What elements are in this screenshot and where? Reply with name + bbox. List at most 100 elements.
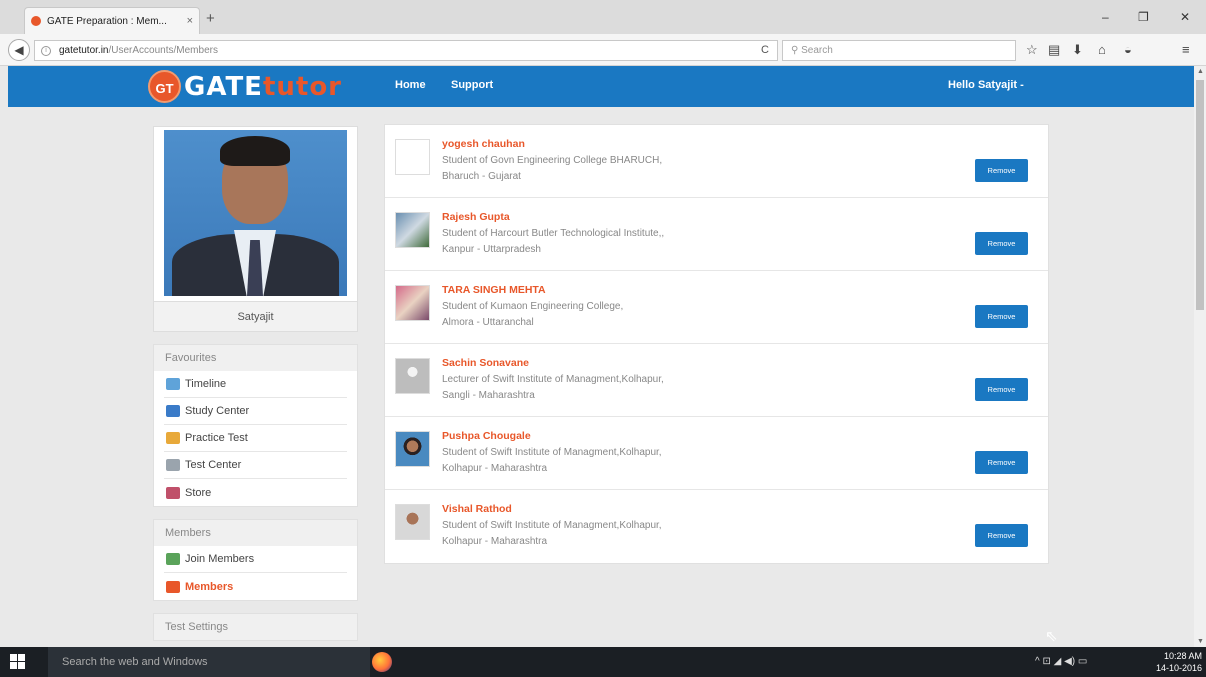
remove-button[interactable]: Remove — [975, 524, 1028, 547]
list-item: yogesh chauhan Student of Govn Engineeri… — [385, 125, 1048, 198]
clock-date: 14-10-2016 — [1156, 663, 1203, 673]
address-bar[interactable]: i gatetutor.in/UserAccounts/Members C — [34, 40, 778, 61]
sidebar-item-label: Study Center — [185, 405, 250, 417]
sidebar-item-label: Store — [185, 486, 212, 499]
scroll-down-icon[interactable]: ▼ — [1197, 638, 1204, 645]
members-box: Members Join Members Members — [153, 519, 358, 601]
site-logo[interactable]: GT GATE tutor — [148, 70, 342, 103]
study-center-icon — [166, 405, 180, 417]
members-icon — [166, 580, 180, 593]
menu-icon[interactable]: ≡ — [1182, 42, 1190, 57]
member-institute: Student of Harcourt Butler Technological… — [442, 228, 665, 239]
member-institute: Student of Govn Engineering College BHAR… — [442, 155, 663, 166]
site-header: GT GATE tutor Home Support Hello Satyajit… — [8, 66, 1194, 107]
browser-search-input[interactable]: ⚲ Search — [782, 40, 1016, 61]
member-institute: Student of Kumaon Engineering College, — [442, 301, 624, 312]
bookmark-star-icon[interactable]: ☆ — [1026, 42, 1038, 58]
profile-card: Satyajit — [153, 126, 358, 332]
member-institute: Student of Swift Institute of Managment,… — [442, 447, 662, 458]
member-name[interactable]: Vishal Rathod — [442, 503, 512, 515]
close-window-icon[interactable]: ✕ — [1180, 10, 1190, 24]
download-icon[interactable]: ⬇ — [1072, 42, 1083, 58]
sidebar-item-study-center[interactable]: Study Center — [164, 398, 347, 425]
page-content: GT GATE tutor Home Support Hello Satyajit… — [0, 66, 1194, 647]
tab-title: GATE Preparation : Mem... — [47, 15, 167, 27]
member-location: Kolhapur - Maharashtra — [442, 536, 548, 547]
member-name[interactable]: TARA SINGH MEHTA — [442, 284, 546, 296]
remove-button[interactable]: Remove — [975, 232, 1028, 255]
member-name[interactable]: Rajesh Gupta — [442, 211, 510, 223]
nav-home-link[interactable]: Home — [395, 79, 426, 91]
test-center-icon — [166, 459, 180, 471]
new-tab-icon[interactable]: + — [206, 10, 215, 27]
system-tray-icons[interactable]: ^ ⊡ ◢ ◀) ▭ — [1035, 656, 1087, 667]
avatar[interactable] — [395, 504, 430, 540]
mouse-cursor-icon: ⇖ — [1045, 628, 1058, 645]
members-list: yogesh chauhan Student of Govn Engineeri… — [384, 124, 1049, 564]
test-settings-heading: Test Settings — [154, 614, 357, 640]
member-location: Kanpur - Uttarpradesh — [442, 244, 541, 255]
avatar[interactable] — [395, 285, 430, 321]
reading-list-icon[interactable]: ▤ — [1048, 42, 1060, 58]
member-location: Almora - Uttaranchal — [442, 317, 534, 328]
practice-test-icon — [166, 432, 180, 444]
member-name[interactable]: yogesh chauhan — [442, 138, 525, 150]
browser-tab[interactable]: GATE Preparation : Mem... × — [24, 7, 200, 34]
avatar[interactable] — [395, 431, 430, 467]
reload-icon[interactable]: C — [761, 44, 769, 56]
profile-name[interactable]: Satyajit — [154, 301, 357, 331]
windows-start-icon[interactable] — [10, 654, 26, 670]
minimize-icon[interactable]: – — [1102, 10, 1109, 24]
clock-time: 10:28 AM — [1164, 651, 1203, 661]
sidebar-item-label: Timeline — [185, 378, 227, 390]
sidebar-item-members[interactable]: Members — [164, 573, 347, 600]
restore-icon[interactable]: ❐ — [1138, 10, 1149, 24]
remove-button[interactable]: Remove — [975, 159, 1028, 182]
logo-text-tutor: tutor — [262, 71, 343, 102]
sidebar-item-store[interactable]: Store — [164, 479, 347, 506]
close-tab-icon[interactable]: × — [187, 15, 193, 27]
sidebar-item-join-members[interactable]: Join Members — [164, 546, 347, 573]
page-scrollbar[interactable]: ▲ ▼ — [1194, 66, 1206, 647]
member-institute: Lecturer of Swift Institute of Managment… — [442, 374, 664, 385]
members-heading: Members — [154, 520, 357, 546]
sidebar-item-label: Members — [185, 580, 234, 593]
nav-support-link[interactable]: Support — [451, 79, 493, 91]
url-path: /UserAccounts/Members — [108, 45, 218, 56]
browser-tab-bar: GATE Preparation : Mem... × + – ❐ ✕ — [0, 0, 1206, 34]
member-name[interactable]: Pushpa Chougale — [442, 430, 531, 442]
sidebar-item-timeline[interactable]: Timeline — [164, 371, 347, 398]
list-item: Pushpa Chougale Student of Swift Institu… — [385, 417, 1048, 490]
remove-button[interactable]: Remove — [975, 451, 1028, 474]
favourites-heading: Favourites — [154, 345, 357, 371]
profile-photo[interactable] — [164, 130, 347, 296]
logo-text-gate: GATE — [184, 71, 263, 102]
avatar[interactable] — [395, 139, 430, 175]
list-item: Vishal Rathod Student of Swift Institute… — [385, 490, 1048, 563]
logo-badge: GT — [148, 70, 181, 103]
scroll-up-icon[interactable]: ▲ — [1197, 68, 1204, 75]
home-icon[interactable]: ⌂ — [1098, 42, 1106, 57]
firefox-icon[interactable] — [372, 652, 392, 672]
scroll-thumb[interactable] — [1196, 80, 1204, 310]
remove-button[interactable]: Remove — [975, 305, 1028, 328]
avatar[interactable] — [395, 212, 430, 248]
avatar[interactable] — [395, 358, 430, 394]
sidebar-item-label: Test Center — [185, 459, 242, 471]
member-name[interactable]: Sachin Sonavane — [442, 357, 529, 369]
info-icon[interactable]: i — [41, 45, 51, 56]
back-arrow-icon[interactable]: ◀ — [8, 39, 30, 61]
sidebar-item-practice-test[interactable]: Practice Test — [164, 425, 347, 452]
remove-button[interactable]: Remove — [975, 378, 1028, 401]
taskbar-search-input[interactable]: Search the web and Windows — [48, 647, 370, 677]
sidebar-item-test-center[interactable]: Test Center — [164, 452, 347, 479]
pocket-icon[interactable]: ◒ — [1124, 42, 1132, 57]
user-menu[interactable]: Hello Satyajit - — [948, 79, 1024, 91]
search-icon: ⚲ — [791, 45, 802, 56]
list-item: Sachin Sonavane Lecturer of Swift Instit… — [385, 344, 1048, 417]
favourites-box: Favourites Timeline Study Center Practic… — [153, 344, 358, 507]
list-item: TARA SINGH MEHTA Student of Kumaon Engin… — [385, 271, 1048, 344]
timeline-icon — [166, 378, 180, 390]
taskbar-clock[interactable]: 10:28 AM 14-10-2016 — [1156, 650, 1202, 674]
member-location: Kolhapur - Maharashtra — [442, 463, 548, 474]
